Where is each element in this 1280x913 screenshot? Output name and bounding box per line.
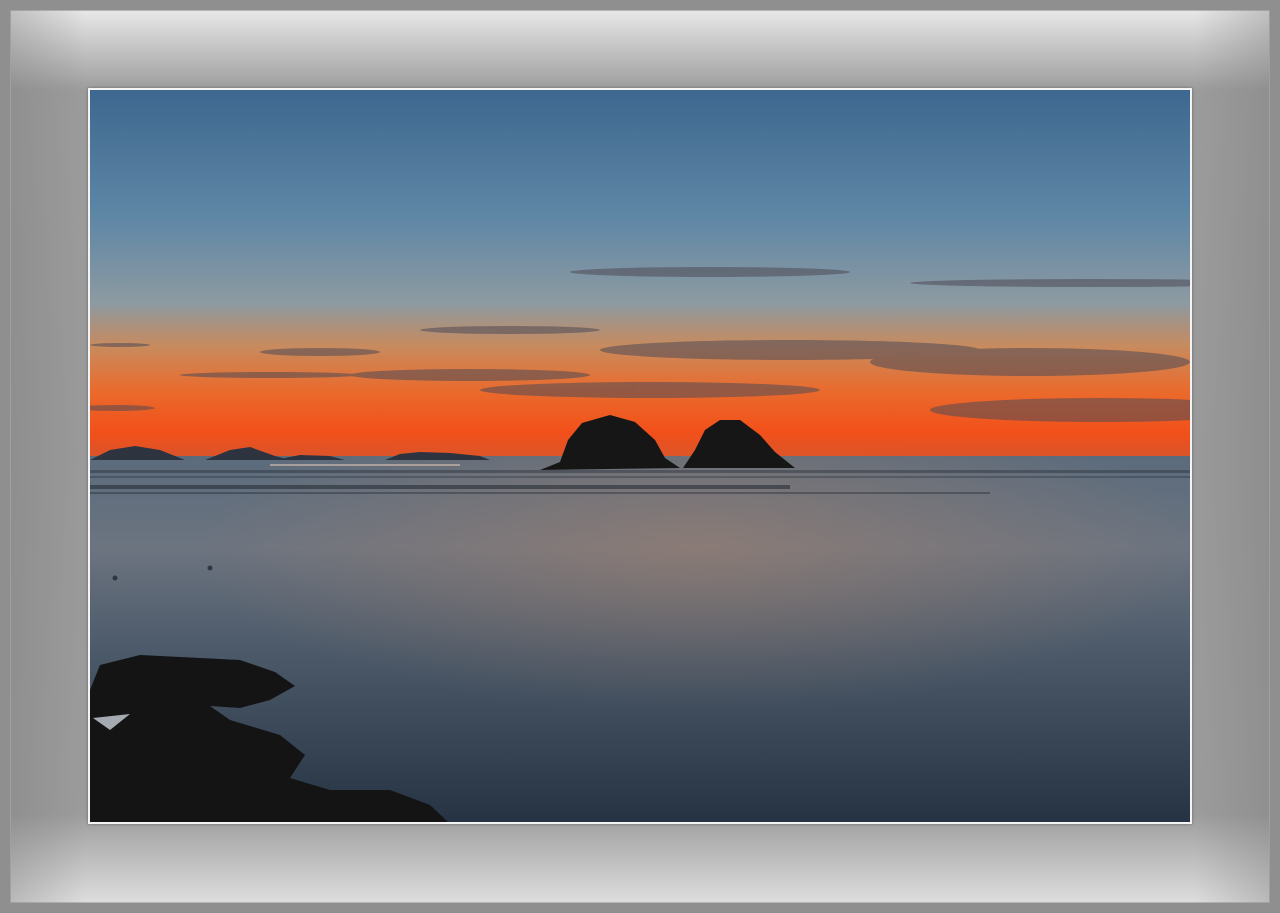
outer-frame [0, 0, 1280, 913]
sunset-photo [90, 90, 1190, 822]
photo-canvas [90, 90, 1190, 822]
distant-light-streak [270, 464, 460, 466]
